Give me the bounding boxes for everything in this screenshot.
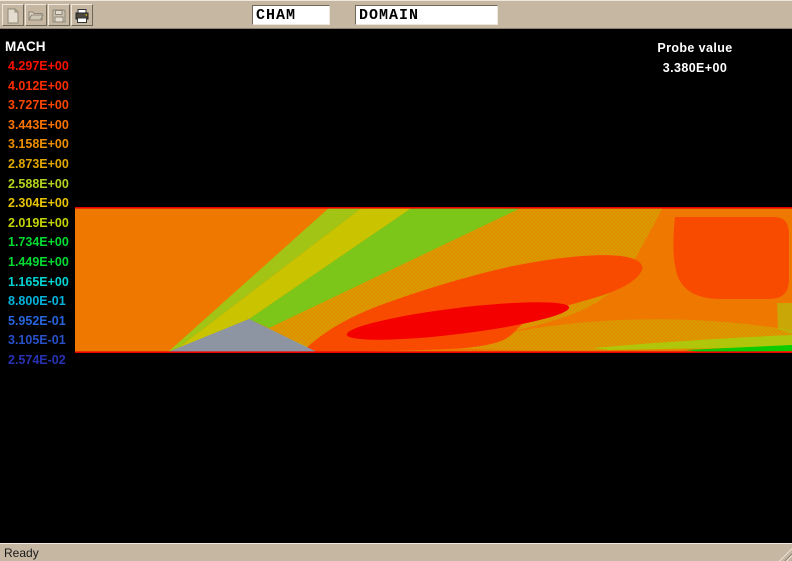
domain-outline-top [75,207,792,209]
new-button[interactable] [2,4,24,26]
open-button[interactable] [25,4,47,26]
legend-entry: 2.588E+00 [8,175,69,195]
legend-entry: 1.449E+00 [8,253,69,273]
save-button[interactable] [48,4,70,26]
domain-field[interactable] [355,5,498,25]
status-bar: Ready [0,543,792,561]
app-window: MACH 4.297E+00 4.012E+00 3.727E+00 3.443… [0,0,792,561]
legend-entry: 2.019E+00 [8,214,69,234]
status-text: Ready [4,546,39,560]
legend-entry: 8.800E-01 [8,292,69,312]
legend-entry: 3.105E-01 [8,331,69,351]
open-folder-icon [28,8,44,24]
right-red-orange-block [673,217,789,299]
legend-entry: 3.443E+00 [8,116,69,136]
probe-value: 3.380E+00 [600,59,790,79]
toolbar [0,0,792,29]
legend-entry: 2.574E-02 [8,351,69,371]
legend-entry: 1.165E+00 [8,273,69,293]
legend-title: MACH [5,39,46,54]
domain-outline-bottom [75,351,792,353]
legend-entry: 4.297E+00 [8,57,69,77]
save-icon [51,8,67,24]
legend-entry: 2.873E+00 [8,155,69,175]
case-field[interactable] [252,5,330,25]
legend-entry: 4.012E+00 [8,77,69,97]
legend: 4.297E+00 4.012E+00 3.727E+00 3.443E+00 … [8,57,69,371]
legend-entry: 3.727E+00 [8,96,69,116]
probe-label: Probe value [600,39,790,59]
print-button[interactable] [71,4,93,26]
resize-grip[interactable] [779,548,792,561]
legend-entry: 3.158E+00 [8,135,69,155]
right-edge-green-strip [777,303,792,334]
legend-entry: 2.304E+00 [8,194,69,214]
contour-plot[interactable] [75,207,792,353]
probe-readout: Probe value 3.380E+00 [600,39,790,78]
legend-entry: 5.952E-01 [8,312,69,332]
print-icon [74,8,90,24]
legend-entry: 1.734E+00 [8,233,69,253]
new-document-icon [5,8,21,24]
